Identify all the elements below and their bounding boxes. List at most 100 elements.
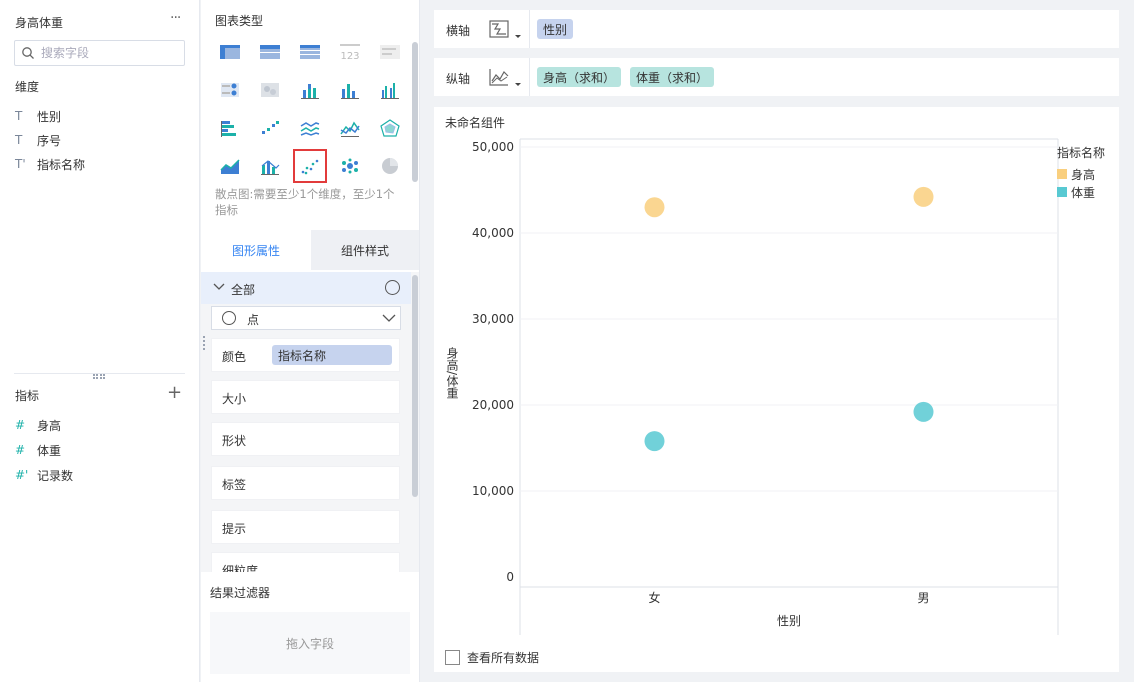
tab-graphic-properties[interactable]: 图形属性: [201, 230, 311, 270]
measure-field[interactable]: #' 记录数: [15, 466, 73, 484]
measure-field-label: 身高: [37, 418, 62, 433]
stacked-bar-icon: [301, 84, 319, 99]
chart-type-line-chart[interactable]: [335, 113, 365, 143]
dimensions-title: 维度: [15, 80, 40, 94]
dimension-field-label: 指标名称: [37, 157, 86, 172]
legend-item[interactable]: 身高: [1057, 166, 1095, 182]
legend-label: 体重: [1071, 185, 1096, 200]
measure-field[interactable]: # 体重: [15, 441, 61, 459]
y-field-pill-weight[interactable]: 体重（求和）: [630, 67, 715, 87]
dimension-field[interactable]: T 序号: [15, 131, 61, 149]
text-type-icon: T: [15, 133, 23, 147]
color-field-pill[interactable]: 指标名称: [272, 345, 392, 365]
config-tabs: 图形属性 组件样式: [201, 230, 419, 270]
legend-swatch: [1057, 169, 1067, 179]
y-tick-label: 30,000: [472, 312, 514, 326]
chart-type-pie-chart[interactable]: [375, 151, 405, 181]
chart-type-text-card[interactable]: [375, 37, 405, 67]
chart-type-map-dot[interactable]: [215, 75, 245, 105]
x-axis-shelf[interactable]: 横轴 性别: [434, 10, 1119, 48]
x-field-pill[interactable]: 性别: [537, 19, 574, 39]
measures-title: 指标: [15, 389, 40, 403]
map-dot-icon: [221, 83, 239, 97]
horizontal-bar-icon: [221, 121, 236, 137]
prop-label-label: 标签: [222, 478, 247, 492]
scatter-point[interactable]: [913, 401, 934, 422]
chart-type-stacked-bar[interactable]: [295, 75, 325, 105]
heatmap-icon: [261, 83, 279, 97]
chart-type-multi-line[interactable]: [295, 113, 325, 143]
properties-area: 全部 点 颜色 指标名称 大小 形状 标签 提示 细粒度: [201, 272, 419, 572]
legend-title: 指标名称: [1057, 146, 1106, 160]
line-chart-icon: [340, 121, 360, 137]
chart-type-grouped-bar[interactable]: [375, 75, 405, 105]
combo-chart-icon: [261, 160, 280, 175]
prop-tooltip[interactable]: 提示: [211, 510, 400, 544]
field-search-input[interactable]: [41, 44, 181, 62]
prop-color[interactable]: 颜色 指标名称: [211, 338, 400, 372]
dimension-field[interactable]: T 性别: [15, 107, 61, 125]
chart-type-scatter-trend[interactable]: [255, 113, 285, 143]
scatter-trend-icon: [262, 121, 279, 134]
chart-widget[interactable]: 未命名组件 0 10,000 20,000 30,000 40,000 50,000 女男性…: [434, 107, 1119, 672]
prop-tooltip-label: 提示: [222, 522, 247, 536]
scatter-point[interactable]: [913, 186, 934, 207]
bubble-cluster-icon: [342, 158, 358, 174]
search-icon: [22, 47, 34, 59]
y-tick-label: 50,000: [472, 140, 514, 154]
chart-type-scatter-plot[interactable]: [293, 149, 327, 183]
field-search-box[interactable]: [14, 40, 185, 66]
dimension-field-label: 性别: [37, 109, 62, 124]
dimension-field[interactable]: T' 指标名称: [15, 155, 85, 173]
chart-type-heatmap[interactable]: [255, 75, 285, 105]
chevron-down-icon[interactable]: [213, 280, 225, 294]
chart-type-bar-chart[interactable]: [335, 75, 365, 105]
series-circle-icon[interactable]: [385, 280, 400, 295]
prop-granularity[interactable]: 细粒度: [211, 552, 400, 572]
dimension-field-label: 序号: [37, 133, 62, 148]
add-measure-icon[interactable]: +: [167, 384, 182, 402]
axis-type-icon[interactable]: [488, 19, 524, 41]
line-axis-icon[interactable]: [488, 67, 524, 89]
chart-type-detail-table[interactable]: [255, 37, 285, 67]
number-type-icon: #: [15, 418, 26, 432]
grouped-table-icon: [220, 45, 240, 59]
chart-type-area-chart[interactable]: [215, 151, 245, 181]
all-series-row[interactable]: 全部: [201, 272, 411, 304]
chart-types-scrollbar[interactable]: [412, 42, 418, 182]
result-filter-section: 结果过滤器 拖入字段: [201, 572, 419, 682]
properties-scrollbar[interactable]: [412, 275, 418, 497]
chart-type-bubble-cluster[interactable]: [335, 151, 365, 181]
scatter-point[interactable]: [644, 197, 665, 218]
point-mark-icon: [222, 311, 236, 325]
filter-drop-zone[interactable]: 拖入字段: [210, 612, 410, 674]
scatter-chart: 0 10,000 20,000 30,000 40,000 50,000 女 男性别 身高/体重: [445, 138, 1059, 635]
multi-line-icon: [300, 122, 320, 136]
scatter-point[interactable]: [644, 431, 665, 452]
measure-field[interactable]: # 身高: [15, 416, 61, 434]
chart-type-cross-table[interactable]: [295, 37, 325, 67]
y-tick-label: 10,000: [472, 484, 514, 498]
legend-item[interactable]: 体重: [1057, 184, 1095, 200]
cross-table-icon: [300, 45, 320, 59]
chart-type-radar[interactable]: [375, 113, 405, 143]
chart-type-horizontal-bar[interactable]: [215, 113, 245, 143]
x-tick-label: 男: [917, 591, 929, 605]
more-options-icon[interactable]: ···: [170, 10, 181, 26]
prop-size[interactable]: 大小: [211, 380, 400, 414]
x-axis-title: 性别: [777, 614, 801, 628]
chart-type-combo-chart[interactable]: [255, 151, 285, 181]
splitter-grip-icon[interactable]: [93, 374, 105, 379]
prop-shape[interactable]: 形状: [211, 422, 400, 456]
prop-label[interactable]: 标签: [211, 466, 400, 500]
view-all-data-toggle[interactable]: 查看所有数据: [445, 649, 539, 666]
view-all-checkbox[interactable]: [445, 650, 460, 665]
mark-type-select[interactable]: 点: [211, 306, 401, 330]
y-field-pill-height[interactable]: 身高（求和）: [537, 67, 622, 87]
prop-shape-label: 形状: [222, 434, 247, 448]
tab-component-style[interactable]: 组件样式: [311, 230, 419, 270]
drag-grip-icon[interactable]: [203, 336, 206, 350]
chart-type-grouped-table[interactable]: [215, 37, 245, 67]
chart-type-kpi-number[interactable]: 123: [335, 37, 365, 67]
y-axis-shelf[interactable]: 纵轴 身高（求和） 体重（求和）: [434, 58, 1119, 96]
